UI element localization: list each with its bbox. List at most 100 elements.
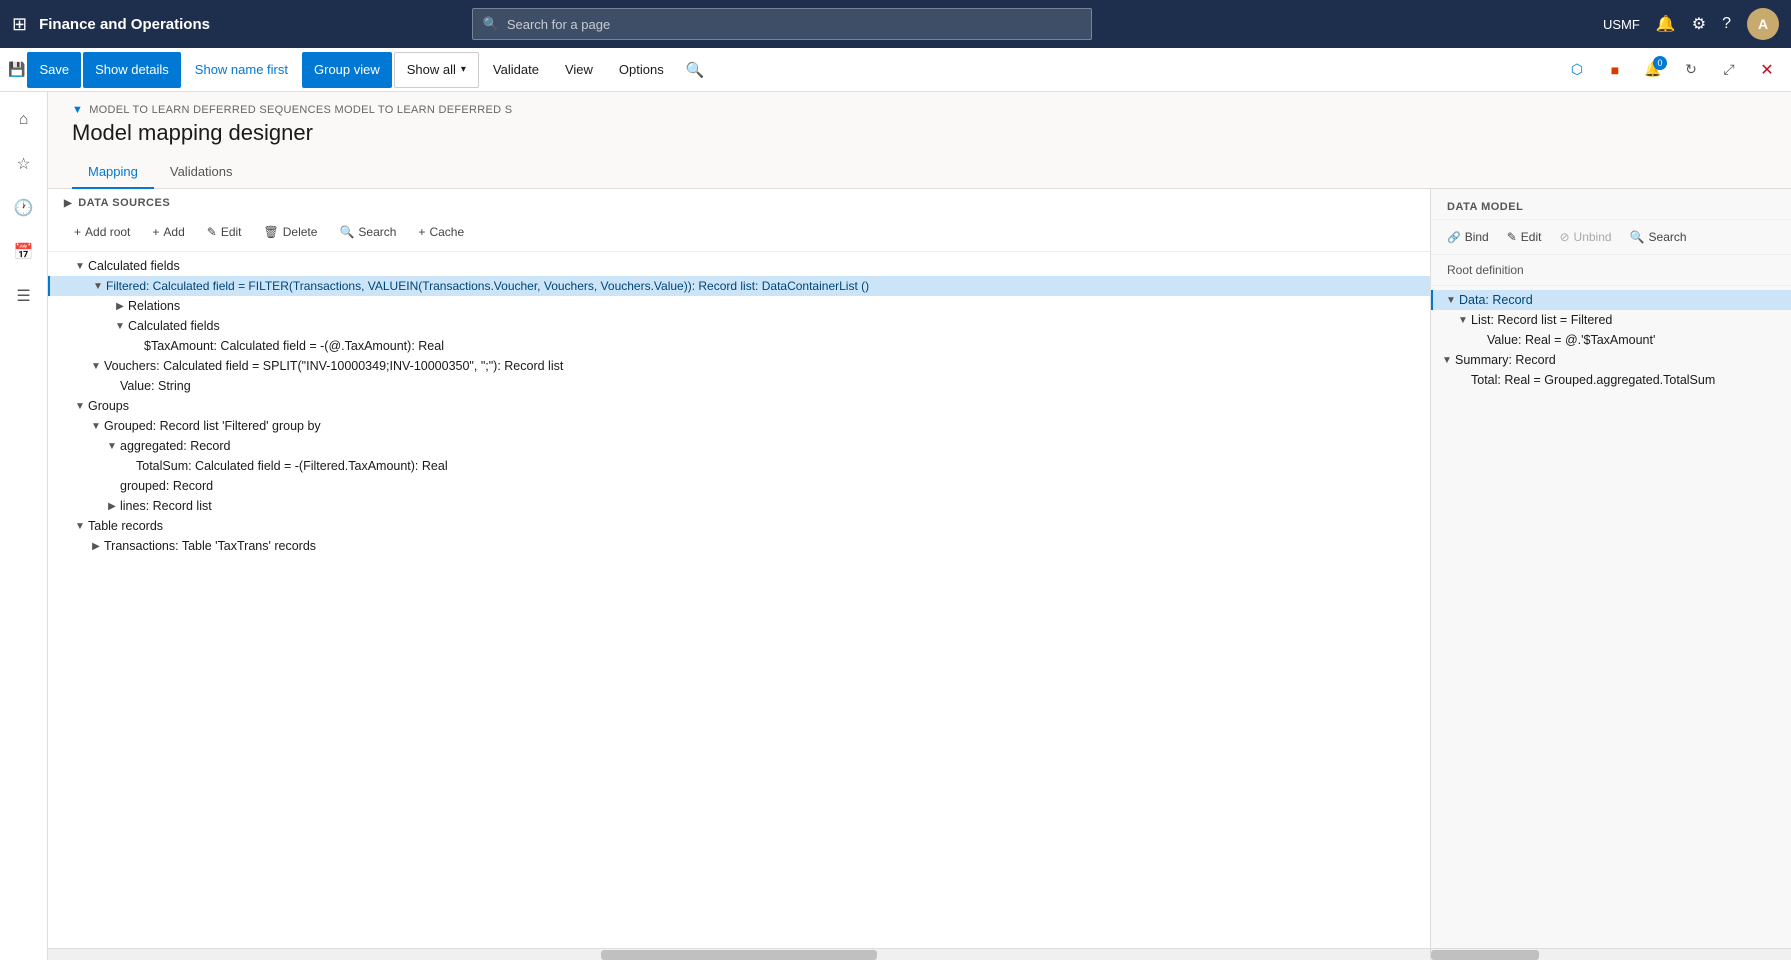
- avatar[interactable]: A: [1747, 8, 1779, 40]
- tab-validations[interactable]: Validations: [154, 154, 249, 189]
- toggle-vouchers[interactable]: ▼: [88, 361, 104, 372]
- toggle-summary[interactable]: ▼: [1439, 355, 1455, 366]
- data-sources-tree: ▼ Calculated fields ▼ Filtered: Calculat…: [48, 252, 1430, 948]
- filter-icon: ▼: [72, 104, 83, 116]
- toggle-table-records[interactable]: ▼: [72, 521, 88, 532]
- validate-button[interactable]: Validate: [481, 52, 551, 88]
- help-icon[interactable]: ?: [1722, 15, 1731, 33]
- notification-badge-button[interactable]: 🔔 0: [1637, 54, 1669, 86]
- show-details-button[interactable]: Show details: [83, 52, 181, 88]
- toggle-relations[interactable]: ▶: [112, 301, 128, 312]
- dm-tree-item-list[interactable]: ▼ List: Record list = Filtered: [1431, 310, 1791, 330]
- sidebar-calendar-icon[interactable]: 📅: [4, 232, 44, 272]
- group-view-button[interactable]: Group view: [302, 52, 392, 88]
- tree-item-filtered[interactable]: ▼ Filtered: Calculated field = FILTER(Tr…: [48, 276, 1430, 296]
- toggle-groups[interactable]: ▼: [72, 401, 88, 412]
- gear-icon[interactable]: ⚙: [1692, 14, 1706, 34]
- content-area: ▼ MODEL TO LEARN DEFERRED SEQUENCES MODE…: [48, 92, 1791, 960]
- tree-item-tax-amount[interactable]: $TaxAmount: Calculated field = -(@.TaxAm…: [48, 336, 1430, 356]
- breadcrumb: ▼ MODEL TO LEARN DEFERRED SEQUENCES MODE…: [72, 104, 1767, 116]
- chevron-down-icon: ▾: [461, 64, 466, 75]
- toggle-calc-fields-2[interactable]: ▼: [112, 321, 128, 332]
- tree-item-groups[interactable]: ▼ Groups: [48, 396, 1430, 416]
- page-title: Model mapping designer: [72, 120, 1767, 146]
- search-bar: 🔍: [472, 8, 1092, 40]
- nav-right: USMF 🔔 ⚙ ? A: [1603, 8, 1779, 40]
- expand-icon[interactable]: ⤢: [1713, 54, 1745, 86]
- tree-item-calc-fields-2[interactable]: ▼ Calculated fields: [48, 316, 1430, 336]
- dm-search-button[interactable]: 🔍 Search: [1622, 226, 1695, 248]
- dm-tree-item-data-record[interactable]: ▼ Data: Record: [1431, 290, 1791, 310]
- top-nav: ⊞ Finance and Operations 🔍 USMF 🔔 ⚙ ? A: [0, 0, 1791, 48]
- dm-edit-button[interactable]: ✎ Edit: [1499, 226, 1550, 248]
- add-root-button[interactable]: + Add root: [64, 221, 140, 243]
- show-name-first-button[interactable]: Show name first: [183, 52, 300, 88]
- toggle-list[interactable]: ▼: [1455, 315, 1471, 326]
- toggle-grouped[interactable]: ▼: [88, 421, 104, 432]
- sidebar-recent-icon[interactable]: 🕐: [4, 188, 44, 228]
- tree-item-calc-fields-root[interactable]: ▼ Calculated fields: [48, 256, 1430, 276]
- show-all-button[interactable]: Show all ▾: [394, 52, 479, 88]
- notification-count: 0: [1653, 56, 1667, 70]
- cache-icon: +: [418, 225, 425, 239]
- delete-icon: 🗑: [264, 225, 279, 239]
- toggle-calc-fields[interactable]: ▼: [72, 261, 88, 272]
- bell-icon[interactable]: 🔔: [1656, 14, 1676, 34]
- tabs-row: Mapping Validations: [48, 154, 1791, 189]
- toggle-aggregated[interactable]: ▼: [104, 441, 120, 452]
- bookmark-icon[interactable]: ⬡: [1561, 54, 1593, 86]
- tree-item-relations[interactable]: ▶ Relations: [48, 296, 1430, 316]
- bind-button[interactable]: 🔗 Bind: [1439, 226, 1497, 248]
- app-title: Finance and Operations: [39, 16, 210, 33]
- tree-item-lines[interactable]: ▶ lines: Record list: [48, 496, 1430, 516]
- floppy-icon: 💾: [8, 61, 25, 78]
- dm-horizontal-scrollbar[interactable]: [1431, 948, 1791, 960]
- bind-icon: 🔗: [1447, 231, 1461, 244]
- data-model-panel: DATA MODEL 🔗 Bind ✎ Edit ⊘ Unbind: [1431, 189, 1791, 960]
- cache-button[interactable]: + Cache: [408, 221, 474, 243]
- tree-item-value-string[interactable]: Value: String: [48, 376, 1430, 396]
- toggle-data-record[interactable]: ▼: [1443, 295, 1459, 306]
- refresh-icon[interactable]: ↻: [1675, 54, 1707, 86]
- delete-button[interactable]: 🗑 Delete: [254, 221, 328, 243]
- tree-item-aggregated[interactable]: ▼ aggregated: Record: [48, 436, 1430, 456]
- tree-item-table-records[interactable]: ▼ Table records: [48, 516, 1430, 536]
- tree-item-vouchers[interactable]: ▼ Vouchers: Calculated field = SPLIT("IN…: [48, 356, 1430, 376]
- toggle-transactions[interactable]: ▶: [88, 541, 104, 552]
- tree-item-grouped[interactable]: ▼ Grouped: Record list 'Filtered' group …: [48, 416, 1430, 436]
- sidebar-star-icon[interactable]: ☆: [4, 144, 44, 184]
- search-input[interactable]: [507, 17, 1081, 32]
- tree-item-grouped-record[interactable]: grouped: Record: [48, 476, 1430, 496]
- office-icon[interactable]: ■: [1599, 54, 1631, 86]
- toggle-lines[interactable]: ▶: [104, 501, 120, 512]
- dm-tree-item-summary[interactable]: ▼ Summary: Record: [1431, 350, 1791, 370]
- data-sources-section-header: ▶ DATA SOURCES: [48, 189, 1430, 213]
- edit-button[interactable]: ✎ Edit: [197, 221, 252, 243]
- left-sidebar: ⌂ ☆ 🕐 📅 ☰: [0, 92, 48, 960]
- grid-icon[interactable]: ⊞: [12, 14, 27, 35]
- main-toolbar: 💾 Save Show details Show name first Grou…: [0, 48, 1791, 92]
- options-button[interactable]: Options: [607, 52, 676, 88]
- dm-tree-item-value-real[interactable]: Value: Real = @.'$TaxAmount': [1431, 330, 1791, 350]
- sidebar-list-icon[interactable]: ☰: [4, 276, 44, 316]
- sidebar-home-icon[interactable]: ⌂: [4, 100, 44, 140]
- main-container: ⌂ ☆ 🕐 📅 ☰ ▼ MODEL TO LEARN DEFERRED SEQU…: [0, 92, 1791, 960]
- horizontal-scrollbar[interactable]: [48, 948, 1430, 960]
- add-button[interactable]: + Add: [142, 221, 194, 243]
- user-label: USMF: [1603, 17, 1640, 32]
- tree-item-transactions[interactable]: ▶ Transactions: Table 'TaxTrans' records: [48, 536, 1430, 556]
- save-button[interactable]: Save: [27, 52, 81, 88]
- search-ds-button[interactable]: 🔍 Search: [329, 221, 406, 243]
- tab-mapping[interactable]: Mapping: [72, 154, 154, 189]
- edit-icon: ✎: [207, 225, 217, 239]
- expand-section-icon[interactable]: ▶: [64, 198, 72, 209]
- toggle-filtered[interactable]: ▼: [90, 281, 106, 292]
- unbind-button[interactable]: ⊘ Unbind: [1551, 226, 1619, 248]
- root-definition-label: Root definition: [1431, 255, 1791, 286]
- view-button[interactable]: View: [553, 52, 605, 88]
- close-icon[interactable]: ✕: [1751, 54, 1783, 86]
- data-sources-toolbar: + Add root + Add ✎ Edit 🗑 Delete: [48, 213, 1430, 252]
- tree-item-totalsum[interactable]: TotalSum: Calculated field = -(Filtered.…: [48, 456, 1430, 476]
- dm-tree-item-total[interactable]: Total: Real = Grouped.aggregated.TotalSu…: [1431, 370, 1791, 390]
- search-toolbar-icon[interactable]: 🔍: [686, 61, 705, 79]
